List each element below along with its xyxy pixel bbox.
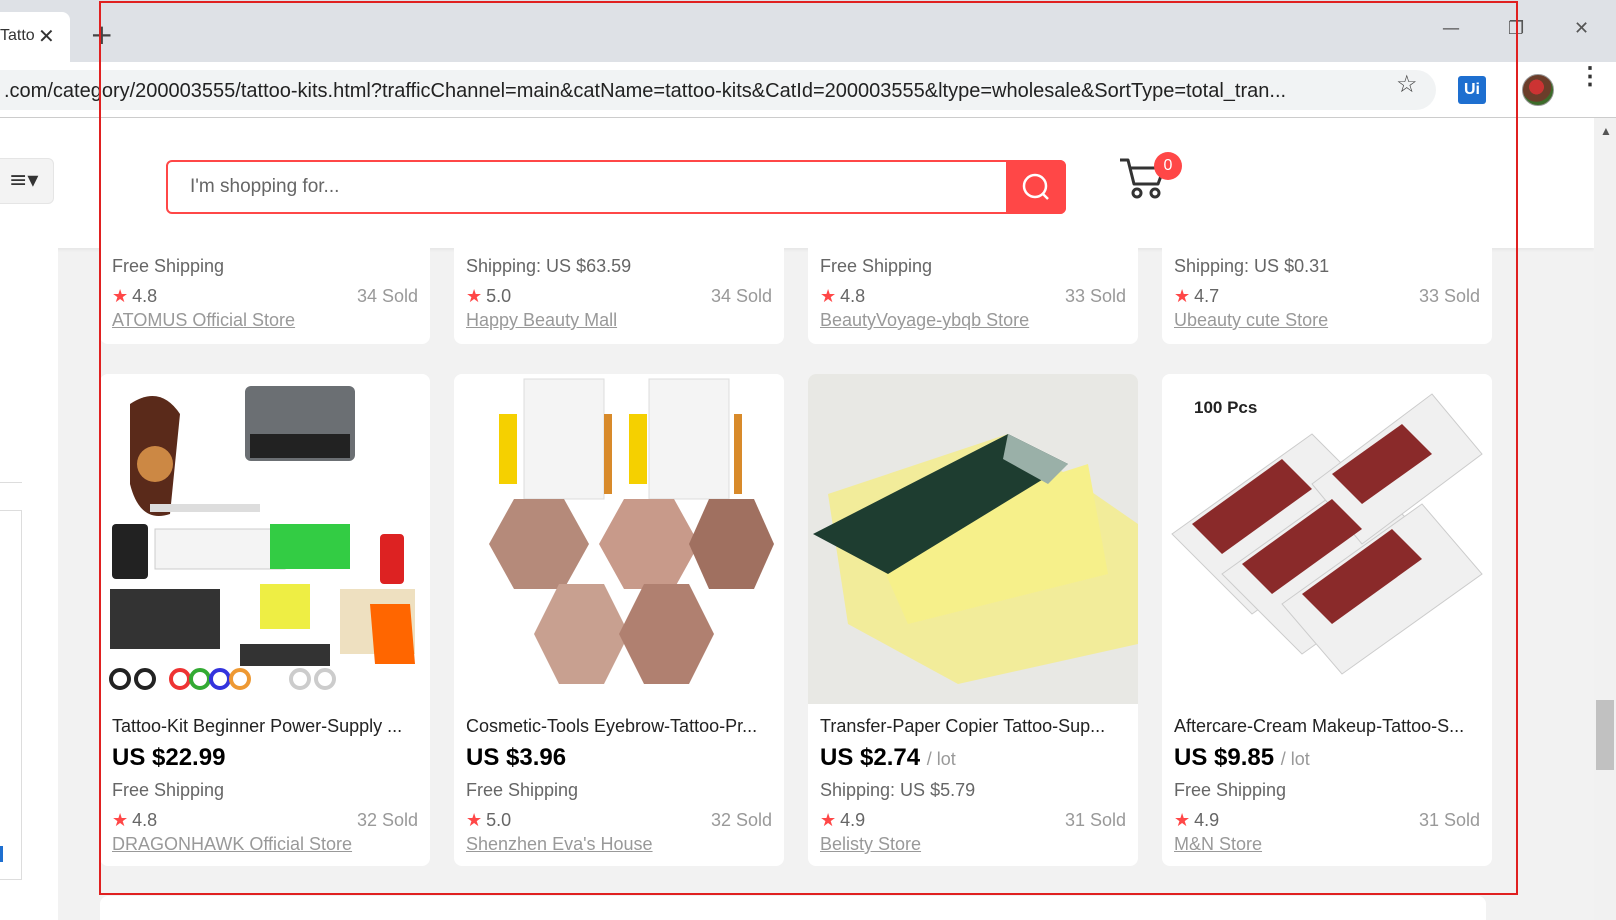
close-window-button[interactable]: ✕ <box>1574 18 1589 39</box>
rating: ★ 4.8 <box>112 286 158 307</box>
filter-indicator <box>0 846 3 862</box>
sold-count: 34 Sold <box>356 286 418 306</box>
page-scrollbar[interactable]: ▲ <box>1594 118 1616 920</box>
browser-tab-bar: Tatto ✕ + — ❐ ✕ <box>0 0 1616 62</box>
search-box <box>166 160 1066 214</box>
shipping-info: Shipping: US $63.59 <box>466 256 632 276</box>
store-link[interactable]: Happy Beauty Mall <box>466 310 617 331</box>
shipping-info: Free Shipping <box>466 780 579 800</box>
tab-title: Tatto <box>0 27 35 44</box>
star-rating-icon: ★ <box>466 286 483 307</box>
rating: ★ 4.9 <box>820 810 866 831</box>
search-icon <box>1022 173 1049 200</box>
star-rating-icon: ★ <box>112 810 129 831</box>
tab-close-icon[interactable]: ✕ <box>38 24 55 49</box>
shipping-info: Free Shipping <box>820 256 933 276</box>
minimize-button[interactable]: — <box>1442 18 1460 39</box>
shipping-info: Free Shipping <box>1174 780 1287 800</box>
product-title[interactable]: Cosmetic-Tools Eyebrow-Tattoo-Pr... <box>466 716 772 737</box>
sold-count: 31 Sold <box>1064 810 1126 830</box>
store-link[interactable]: DRAGONHAWK Official Store <box>112 834 352 855</box>
category-menu-button[interactable]: ≡▾ <box>0 158 54 204</box>
sold-count: 32 Sold <box>710 810 772 830</box>
star-rating-icon: ★ <box>466 810 483 831</box>
cart-button[interactable]: 0 <box>1118 148 1182 208</box>
store-link[interactable]: BeautyVoyage-ybqb Store <box>820 310 1029 331</box>
site-header: ≡▾ 0 <box>0 118 1594 248</box>
rating: ★ 4.7 <box>1174 286 1220 307</box>
rating: ★ 5.0 <box>466 810 512 831</box>
rating: ★ 5.0 <box>466 286 512 307</box>
store-link[interactable]: ATOMUS Official Store <box>112 310 295 331</box>
url-field[interactable]: .com/category/200003555/tattoo-kits.html… <box>0 70 1436 110</box>
sold-count: 31 Sold <box>1418 810 1480 830</box>
new-tab-button[interactable]: + <box>90 18 113 51</box>
profile-avatar[interactable] <box>1522 74 1554 106</box>
product-price: US $2.74 / lot <box>820 744 956 771</box>
browser-tab[interactable]: Tatto ✕ <box>0 12 70 62</box>
address-bar: .com/category/200003555/tattoo-kits.html… <box>0 62 1616 118</box>
store-link[interactable]: Belisty Store <box>820 834 921 855</box>
hamburger-icon: ≡▾ <box>9 168 39 193</box>
filter-box <box>0 510 22 880</box>
product-title[interactable]: Aftercare-Cream Makeup-Tattoo-S... <box>1174 716 1480 737</box>
product-image[interactable] <box>454 374 784 704</box>
shipping-info: Free Shipping <box>112 256 225 276</box>
product-card[interactable]: Transfer-Paper Copier Tattoo-Sup... US $… <box>808 374 1138 866</box>
shipping-info: Shipping: US $5.79 <box>820 780 976 800</box>
search-button[interactable] <box>1006 160 1066 214</box>
product-card[interactable]: Shipping: US $0.31 ★ 4.7 33 Sold Ubeauty … <box>1162 248 1492 344</box>
product-card[interactable]: Shipping: US $63.59 ★ 5.0 34 Sold Happy B… <box>454 248 784 344</box>
shipping-info: Free Shipping <box>112 780 225 800</box>
star-rating-icon: ★ <box>820 810 837 831</box>
divider <box>0 482 22 483</box>
product-title[interactable]: Tattoo-Kit Beginner Power-Supply ... <box>112 716 418 737</box>
product-price: US $9.85 / lot <box>1174 744 1310 771</box>
product-image[interactable] <box>808 374 1138 704</box>
browser-menu-icon[interactable]: ⋮ <box>1578 65 1602 89</box>
scroll-up-arrow-icon[interactable]: ▲ <box>1600 124 1612 138</box>
search-input[interactable] <box>178 168 988 206</box>
product-card[interactable]: Cosmetic-Tools Eyebrow-Tattoo-Pr... US $… <box>454 374 784 866</box>
star-rating-icon: ★ <box>1174 286 1191 307</box>
product-card[interactable]: Tattoo-Kit Beginner Power-Supply ... US … <box>100 374 430 866</box>
star-rating-icon: ★ <box>112 286 129 307</box>
ui-extension-icon[interactable]: Ui <box>1458 76 1486 104</box>
cart-count-badge: 0 <box>1154 152 1182 180</box>
rating: ★ 4.8 <box>112 810 158 831</box>
sold-count: 32 Sold <box>356 810 418 830</box>
left-filter-panel <box>0 248 58 920</box>
pagination-strip <box>100 896 1486 920</box>
store-link[interactable]: Shenzhen Eva's House <box>466 834 653 855</box>
image-label: 100 Pcs <box>1194 398 1258 417</box>
scroll-thumb[interactable] <box>1596 700 1614 770</box>
store-link[interactable]: M&N Store <box>1174 834 1262 855</box>
sold-count: 33 Sold <box>1064 286 1126 306</box>
product-price: US $3.96 <box>466 744 567 771</box>
rating: ★ 4.8 <box>820 286 866 307</box>
product-image[interactable] <box>100 374 430 704</box>
product-image[interactable]: 100 Pcs <box>1162 374 1492 704</box>
store-link[interactable]: Ubeauty cute Store <box>1174 310 1328 331</box>
product-title[interactable]: Transfer-Paper Copier Tattoo-Sup... <box>820 716 1126 737</box>
product-card[interactable]: Free Shipping ★ 4.8 33 Sold BeautyVoyage-… <box>808 248 1138 344</box>
star-rating-icon: ★ <box>1174 810 1191 831</box>
star-icon[interactable]: ☆ <box>1396 70 1418 99</box>
sold-count: 34 Sold <box>710 286 772 306</box>
restore-button[interactable]: ❐ <box>1508 18 1524 39</box>
url-text: .com/category/200003555/tattoo-kits.html… <box>4 80 1287 102</box>
rating: ★ 4.9 <box>1174 810 1220 831</box>
sold-count: 33 Sold <box>1418 286 1480 306</box>
product-price: US $22.99 <box>112 744 226 771</box>
shipping-info: Shipping: US $0.31 <box>1174 256 1330 276</box>
star-rating-icon: ★ <box>820 286 837 307</box>
product-card[interactable]: 100 Pcs Aftercare-Cream Makeup-Tattoo-S.… <box>1162 374 1492 866</box>
product-card[interactable]: Free Shipping ★ 4.8 34 Sold ATOMUS Offici… <box>100 248 430 344</box>
